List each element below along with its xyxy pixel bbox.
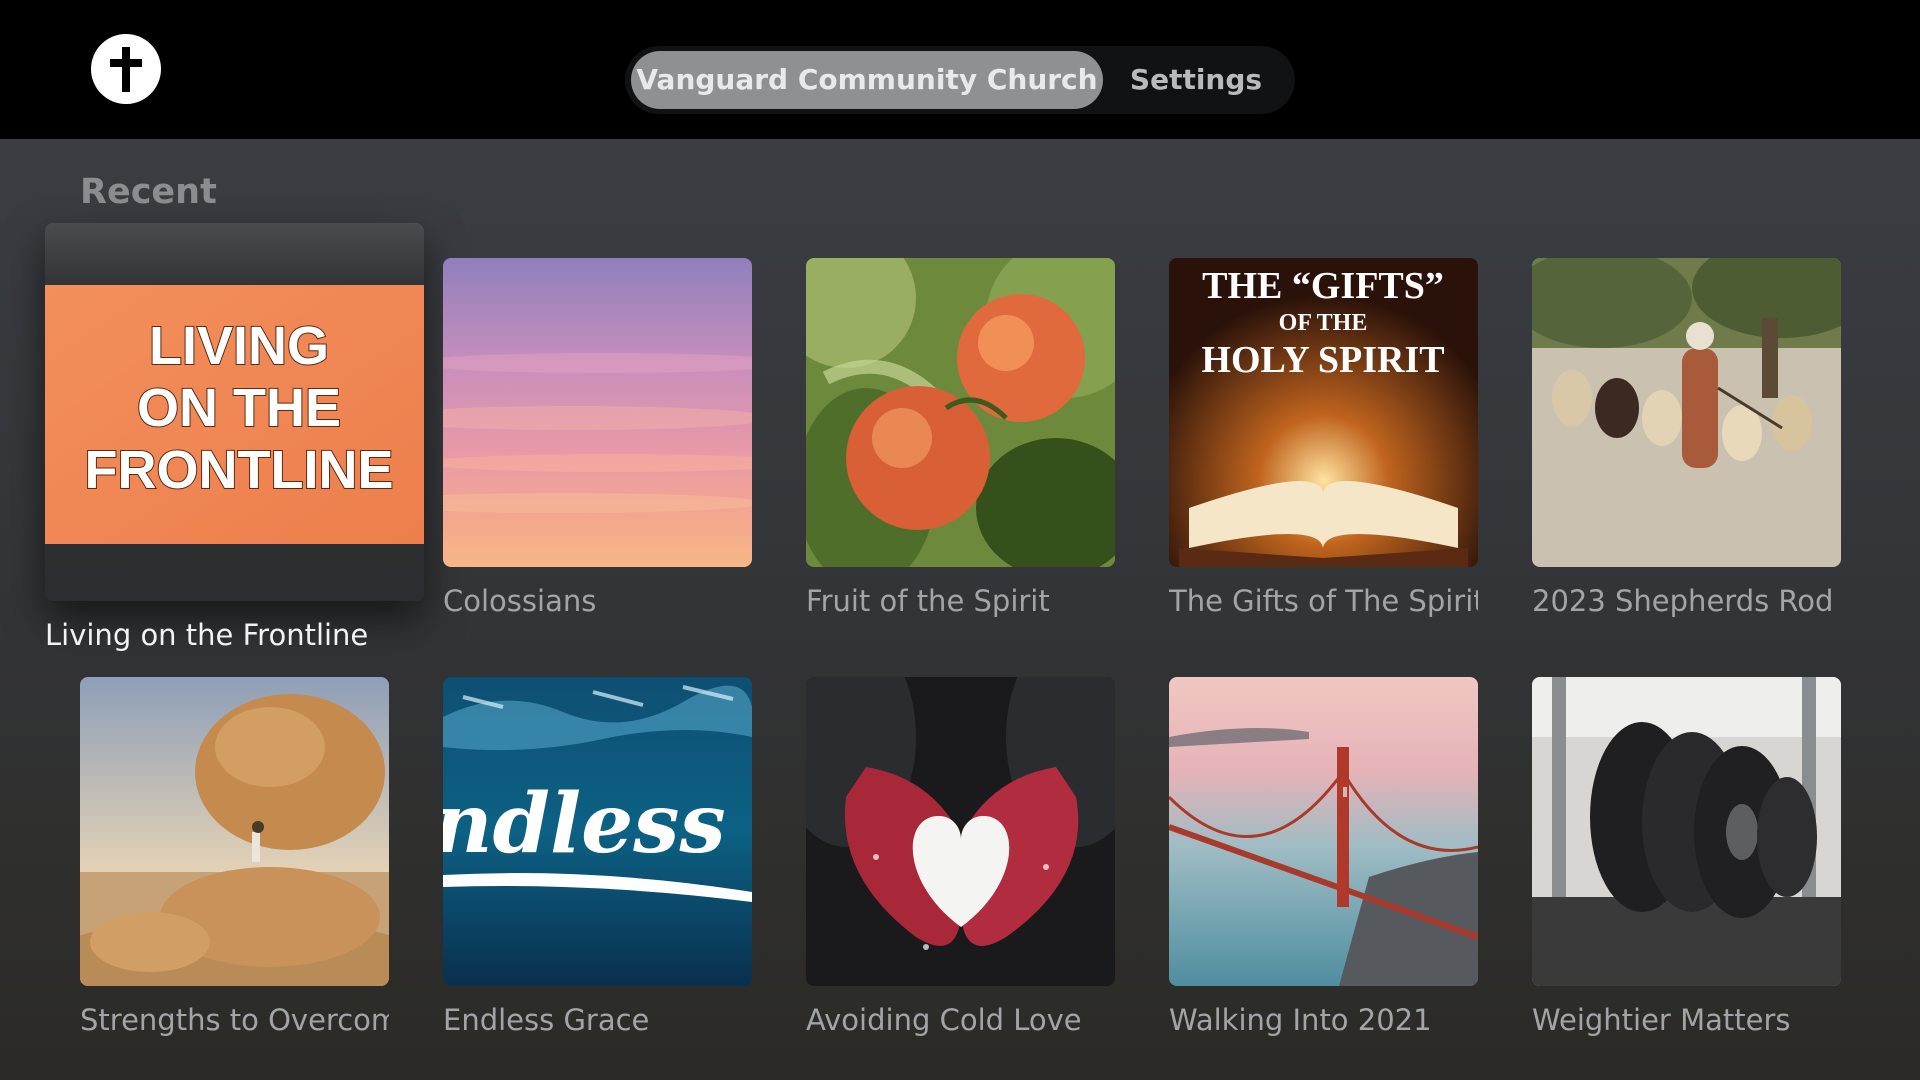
tab-vanguard-community-church[interactable]: Vanguard Community Church — [631, 51, 1103, 109]
art-text: THE “GIFTS” — [1202, 265, 1444, 307]
art-text: ndless Gra — [443, 776, 752, 872]
app-logo[interactable] — [91, 34, 161, 104]
art-text: OF THE — [1279, 310, 1368, 336]
series-title: Living on the Frontline — [45, 618, 369, 652]
cross-icon — [110, 47, 142, 92]
top-bar: Vanguard Community Church Settings — [0, 0, 1920, 139]
series-thumbnail — [1532, 258, 1841, 567]
series-title: The Gifts of The Spirit — [1169, 584, 1478, 618]
art-text: ON THE — [137, 378, 341, 438]
series-title: Colossians — [443, 584, 597, 618]
series-thumbnail — [1532, 677, 1841, 986]
series-title: Avoiding Cold Love — [806, 1003, 1082, 1037]
series-thumbnail — [806, 677, 1115, 986]
art-text: FRONTLINE — [85, 440, 394, 500]
series-thumbnail: LIVING ON THE FRONTLINE — [45, 285, 424, 544]
series-thumbnail — [806, 258, 1115, 567]
top-nav: Vanguard Community Church Settings — [625, 46, 1295, 114]
series-thumbnail — [443, 258, 752, 567]
series-title: Endless Grace — [443, 1003, 650, 1037]
section-title: Recent — [80, 172, 217, 212]
series-title: Weightier Matters — [1532, 1003, 1791, 1037]
tab-settings[interactable]: Settings — [1103, 51, 1289, 109]
series-thumbnail — [1169, 677, 1478, 986]
art-text: LIVING — [149, 316, 329, 376]
series-title: Walking Into 2021 — [1169, 1003, 1432, 1037]
art-text: HOLY SPIRIT — [1201, 339, 1444, 381]
series-title: Fruit of the Spirit — [806, 584, 1050, 618]
series-thumbnail — [80, 677, 389, 986]
series-thumbnail: THE “GIFTS” OF THE HOLY SPIRIT — [1169, 258, 1478, 567]
series-thumbnail: ndless Gra — [443, 677, 752, 986]
series-title: Strengths to Overcome — [80, 1003, 389, 1037]
series-title: 2023 Shepherds Rod — [1532, 584, 1834, 618]
